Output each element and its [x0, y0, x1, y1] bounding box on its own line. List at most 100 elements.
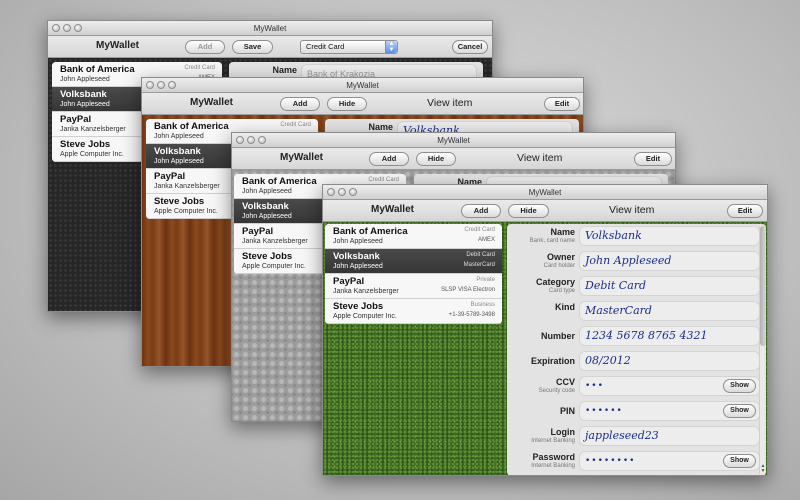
item-owner: John Appleseed — [333, 238, 383, 245]
zoom-window-icon[interactable] — [258, 136, 266, 144]
item-category: Business — [470, 302, 495, 308]
login-value: jappleseed23 — [579, 426, 760, 446]
field-sublabel: Card holder — [543, 263, 575, 269]
window-title: MyWallet — [346, 81, 379, 90]
minimize-window-icon[interactable] — [247, 136, 255, 144]
toolbar: MyWallet Add Hide View item Edit — [232, 148, 675, 170]
item-owner: John Appleseed — [333, 263, 383, 270]
item-category: Credit Card — [280, 122, 311, 128]
item-category: Credit Card — [368, 177, 399, 183]
item-owner: John Appleseed — [242, 188, 292, 195]
item-category: Debit Card — [466, 252, 495, 258]
item-name: Volksbank — [154, 146, 201, 157]
item-name: Bank of America — [333, 226, 408, 237]
expiration-value: 08/2012 — [579, 351, 760, 371]
show-pin-button[interactable]: Show — [723, 404, 756, 418]
window-title: MyWallet — [437, 136, 470, 145]
cancel-button[interactable]: Cancel — [452, 40, 488, 54]
field-row-login: Login Internet Banking jappleseed23 — [507, 424, 766, 449]
zoom-window-icon[interactable] — [168, 81, 176, 89]
select-arrows-icon: ▲ ▼ — [385, 41, 397, 53]
list-item[interactable]: Bank of America John Appleseed Credit Card… — [325, 224, 502, 249]
show-password-button[interactable]: Show — [723, 454, 756, 468]
item-name: Bank of America — [242, 176, 317, 187]
list-item[interactable]: PayPal Janka Kanzelsberger Private SLSP VIS… — [325, 274, 502, 299]
field-label: Name — [368, 122, 393, 132]
hide-button[interactable]: Hide — [508, 204, 549, 218]
category-select[interactable]: Credit Card ▲ ▼ — [300, 40, 398, 54]
item-name: Volksbank — [333, 251, 380, 262]
save-button[interactable]: Save — [232, 40, 273, 54]
field-sublabel: Internet Banking — [531, 463, 575, 469]
vertical-scrollbar[interactable]: ▲ ▼ — [759, 226, 766, 474]
close-window-icon[interactable] — [236, 136, 244, 144]
minimize-window-icon[interactable] — [63, 24, 71, 32]
field-row-category: Category Card type Debit Card — [507, 274, 766, 299]
field-label: Owner — [546, 252, 575, 262]
field-label: CCV — [555, 377, 575, 387]
field-row-name: Name Bank, card name Volksbank — [507, 224, 766, 249]
window-titlebar[interactable]: MyWallet — [48, 21, 492, 36]
item-owner: Apple Computer Inc. — [154, 208, 218, 215]
item-owner: John Appleseed — [154, 133, 204, 140]
field-label: Name — [550, 227, 575, 237]
close-window-icon[interactable] — [327, 188, 335, 196]
toolbar: MyWallet Add Hide View item Edit — [323, 200, 767, 222]
item-name: Steve Jobs — [154, 196, 205, 207]
add-button[interactable]: Add — [369, 152, 409, 166]
toolbar: MyWallet Add Hide View item Edit — [142, 93, 583, 115]
field-label: Number — [540, 331, 575, 341]
item-detail: MasterCard — [463, 262, 495, 268]
window-titlebar[interactable]: MyWallet — [323, 185, 767, 200]
field-label: Expiration — [530, 356, 575, 366]
close-window-icon[interactable] — [146, 81, 154, 89]
field-sublabel: Security code — [538, 388, 575, 394]
item-detail: +1-39-5789-3498 — [448, 312, 495, 318]
zoom-window-icon[interactable] — [349, 188, 357, 196]
list-item[interactable]: Steve Jobs Apple Computer Inc. Business +1-… — [325, 299, 502, 324]
owner-value: John Appleseed — [579, 251, 760, 271]
scrollbar-thumb[interactable] — [760, 226, 766, 346]
show-ccv-button[interactable]: Show — [723, 379, 756, 393]
field-row-ccv: CCV Security code ••• Show — [507, 374, 766, 399]
edit-button[interactable]: Edit — [634, 152, 672, 166]
field-label: Kind — [555, 302, 575, 312]
edit-button[interactable]: Edit — [727, 204, 763, 218]
item-owner: Janka Kanzelsberger — [333, 288, 399, 295]
kind-value: MasterCard — [579, 301, 760, 321]
item-name: PayPal — [242, 226, 274, 237]
item-category: Private — [476, 277, 495, 283]
window-titlebar[interactable]: MyWallet — [232, 133, 675, 148]
item-owner: Janka Kanzelsberger — [60, 126, 126, 133]
field-label: Login — [550, 427, 576, 437]
item-name: Steve Jobs — [333, 301, 384, 312]
item-owner: John Appleseed — [242, 213, 292, 220]
toolbar-app-title: MyWallet — [190, 97, 233, 108]
hide-button[interactable]: Hide — [327, 97, 367, 111]
minimize-window-icon[interactable] — [338, 188, 346, 196]
field-row-owner: Owner Card holder John Appleseed — [507, 249, 766, 274]
field-label: PIN — [559, 406, 575, 416]
add-button[interactable]: Add — [461, 204, 501, 218]
add-button[interactable]: Add — [185, 40, 225, 54]
close-window-icon[interactable] — [52, 24, 60, 32]
scroll-arrows-icon[interactable]: ▲ ▼ — [760, 464, 766, 474]
field-row-kind: Kind MasterCard — [507, 299, 766, 324]
item-name: Volksbank — [60, 89, 107, 100]
item-owner: John Appleseed — [154, 158, 204, 165]
name-value: Volksbank — [579, 226, 760, 246]
zoom-window-icon[interactable] — [74, 24, 82, 32]
hide-button[interactable]: Hide — [416, 152, 456, 166]
add-button[interactable]: Add — [280, 97, 320, 111]
window-titlebar[interactable]: MyWallet — [142, 78, 583, 93]
list-item-selected[interactable]: Volksbank John Appleseed Debit Card MasterC… — [325, 249, 502, 274]
field-row-password: Password Internet Banking •••••••• Show — [507, 449, 766, 474]
field-row-number: Number 1234 5678 8765 4321 — [507, 324, 766, 349]
field-row-expiration: Expiration 08/2012 — [507, 349, 766, 374]
item-name: PayPal — [60, 114, 92, 125]
field-sublabel: Internet Banking — [531, 438, 575, 444]
edit-button[interactable]: Edit — [544, 97, 580, 111]
minimize-window-icon[interactable] — [157, 81, 165, 89]
item-owner: Apple Computer Inc. — [333, 313, 397, 320]
field-sublabel: Card type — [548, 288, 575, 294]
